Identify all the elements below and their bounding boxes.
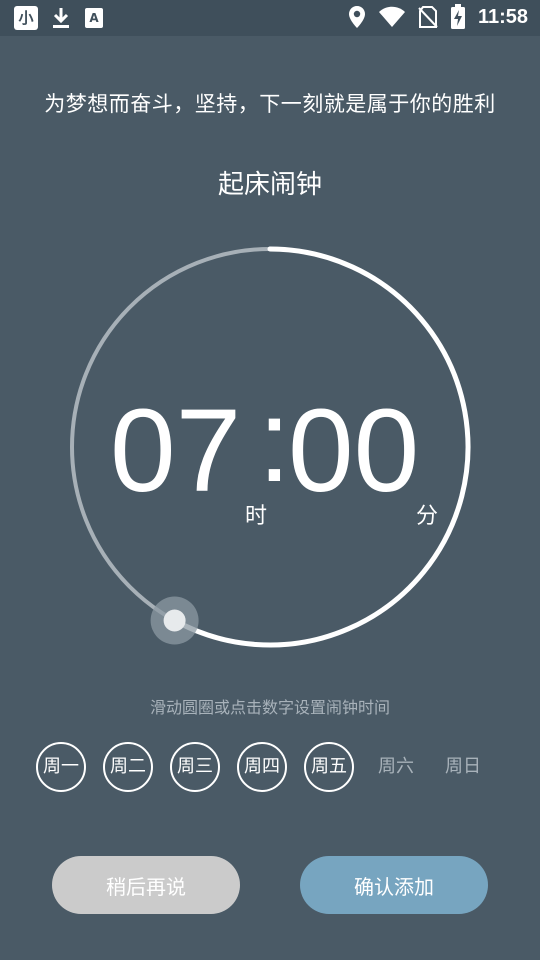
a-box-icon: A (85, 8, 103, 28)
battery-charging-icon (450, 4, 465, 29)
no-sim-icon (418, 6, 438, 28)
instruction-hint: 滑动圆圈或点击数字设置闹钟时间 (149, 698, 390, 717)
day-wednesday[interactable]: 周三 (170, 742, 220, 792)
day-friday[interactable]: 周五 (304, 742, 354, 792)
weekday-selector: 周一 周二 周三 周四 周五 周六 周日 (36, 742, 488, 792)
hour-unit-label: 时 (245, 504, 268, 529)
status-time: 11:58 (477, 5, 528, 28)
svg-text:A: A (89, 11, 99, 25)
hours-display[interactable]: 07 (110, 392, 241, 510)
status-bar-left: 小 A (14, 6, 104, 30)
status-bar: 小 A 11:58 (0, 0, 540, 36)
status-bar-right: 11:58 (348, 4, 528, 30)
day-tuesday[interactable]: 周二 (103, 742, 153, 792)
day-sunday[interactable]: 周日 (438, 742, 488, 792)
day-saturday[interactable]: 周六 (371, 742, 421, 792)
minute-unit-label: 分 (416, 504, 439, 529)
download-icon (53, 8, 69, 28)
motto-text: 为梦想而奋斗，坚持，下一刻就是属于你的胜利 (44, 92, 496, 116)
confirm-add-button[interactable]: 确认添加 (300, 856, 488, 914)
location-icon (348, 6, 365, 28)
dial-handle[interactable] (163, 609, 186, 632)
time-colon: : (258, 375, 291, 507)
page-title: 起床闹钟 (217, 170, 322, 200)
minutes-display[interactable]: 00 (288, 392, 419, 510)
day-thursday[interactable]: 周四 (237, 742, 287, 792)
day-monday[interactable]: 周一 (36, 742, 86, 792)
wifi-icon (378, 6, 405, 27)
app-notification-icon: 小 (14, 6, 38, 30)
later-button[interactable]: 稍后再说 (52, 856, 240, 914)
